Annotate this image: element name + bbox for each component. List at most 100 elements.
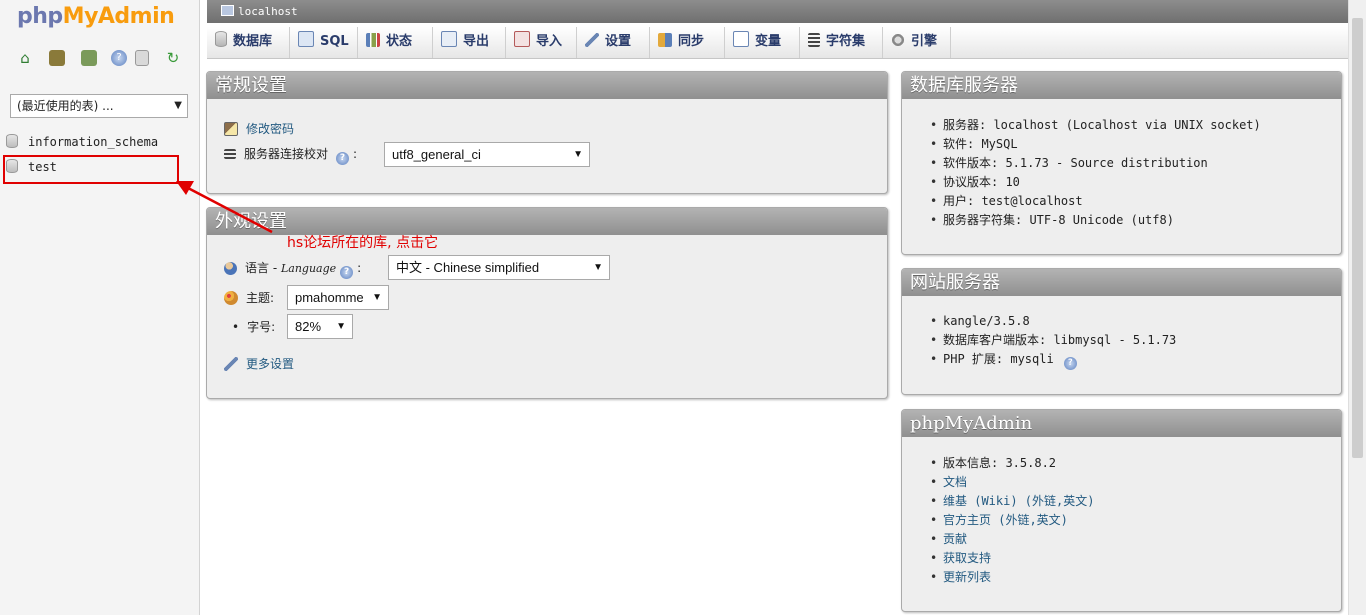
main-tabs: 数据库 SQL 状态 导出 导入 设置 同步 变量 字符集 引擎 bbox=[207, 27, 1348, 59]
chevron-down-icon: ▼ bbox=[593, 262, 603, 273]
database-server-panel: 数据库服务器 服务器: localhost (Localhost via UNI… bbox=[901, 71, 1342, 255]
change-password-link[interactable]: 修改密码 bbox=[246, 122, 294, 136]
list-item: kangle/3.5.8 bbox=[930, 312, 1176, 331]
tab-databases[interactable]: 数据库 bbox=[207, 27, 290, 58]
server-label: localhost bbox=[238, 5, 298, 18]
theme-palette-icon bbox=[224, 291, 238, 305]
logout-icon[interactable] bbox=[49, 50, 65, 66]
database-name: information_schema bbox=[28, 135, 159, 149]
tab-engines[interactable]: 引擎 bbox=[883, 27, 951, 58]
chevron-down-icon: ▼ bbox=[336, 321, 346, 332]
tab-import[interactable]: 导入 bbox=[506, 27, 577, 58]
panel-title: 常规设置 bbox=[207, 72, 887, 99]
language-select[interactable]: 中文 - Chinese simplified ▼ bbox=[388, 255, 610, 280]
change-password-row[interactable]: 修改密码 bbox=[224, 119, 294, 139]
list-item: 服务器: localhost (Localhost via UNIX socke… bbox=[930, 116, 1261, 135]
tab-settings[interactable]: 设置 bbox=[577, 27, 650, 58]
font-size-label: 字号: bbox=[247, 320, 276, 334]
version-info: 版本信息: 3.5.8.2 bbox=[930, 454, 1094, 473]
chevron-down-icon: ▼ bbox=[372, 292, 382, 303]
php-extension-text: PHP 扩展: mysqli bbox=[943, 352, 1054, 366]
recent-tables-select[interactable]: (最近使用的表) ... ▼ bbox=[10, 94, 188, 118]
more-settings-row[interactable]: 更多设置 bbox=[224, 354, 294, 374]
tab-charsets[interactable]: 字符集 bbox=[800, 27, 883, 58]
sql-query-icon[interactable] bbox=[81, 50, 97, 66]
vertical-scrollbar[interactable] bbox=[1348, 0, 1366, 615]
theme-label: 主题: bbox=[246, 291, 275, 305]
docs-icon[interactable] bbox=[135, 50, 149, 66]
help-icon[interactable]: ? bbox=[1063, 357, 1077, 370]
home-icon[interactable]: ⌂ bbox=[17, 50, 33, 66]
changelog-link[interactable]: 更新列表 bbox=[930, 568, 1094, 587]
tab-label: 变量 bbox=[755, 34, 782, 49]
font-size-value: 82% bbox=[295, 319, 322, 334]
collation-row: 服务器连接校对?: bbox=[224, 144, 358, 165]
tab-label: 导入 bbox=[536, 34, 563, 49]
tab-sync[interactable]: 同步 bbox=[650, 27, 725, 58]
tab-status[interactable]: 状态 bbox=[358, 27, 433, 58]
language-icon bbox=[224, 262, 237, 275]
bullet: • bbox=[232, 320, 240, 334]
theme-value: pmahomme bbox=[295, 290, 364, 305]
navigation-panel: phpMyAdmin ⌂ ? ↻ (最近使用的表) ... ▼ informat… bbox=[0, 0, 200, 615]
panel-title: 数据库服务器 bbox=[902, 72, 1341, 99]
more-settings-link[interactable]: 更多设置 bbox=[246, 357, 294, 371]
help-icon[interactable]: ? bbox=[111, 50, 127, 66]
official-homepage-link[interactable]: 官方主页 (外链,英文) bbox=[930, 511, 1094, 530]
recent-tables-value: (最近使用的表) ... bbox=[17, 99, 114, 113]
web-server-info-list: kangle/3.5.8 数据库客户端版本: libmysql - 5.1.73… bbox=[930, 312, 1176, 370]
documentation-link[interactable]: 文档 bbox=[930, 473, 1094, 492]
server-breadcrumb[interactable]: localhost bbox=[207, 0, 1348, 23]
panel-title: 网站服务器 bbox=[902, 269, 1341, 296]
font-size-select[interactable]: 82% ▼ bbox=[287, 314, 353, 339]
list-icon bbox=[224, 149, 236, 159]
database-item-information-schema[interactable]: information_schema bbox=[6, 133, 158, 151]
wrench-icon bbox=[224, 357, 238, 371]
tab-label: SQL bbox=[320, 34, 349, 49]
tab-label: 数据库 bbox=[233, 34, 273, 49]
tab-export[interactable]: 导出 bbox=[433, 27, 506, 58]
list-item: 用户: test@localhost bbox=[930, 192, 1261, 211]
server-icon bbox=[221, 5, 234, 16]
phpmyadmin-logo[interactable]: phpMyAdmin bbox=[17, 4, 175, 29]
collation-value: utf8_general_ci bbox=[392, 147, 481, 162]
reload-icon[interactable]: ↻ bbox=[165, 50, 181, 66]
logo-php: php bbox=[17, 4, 63, 29]
tab-variables[interactable]: 变量 bbox=[725, 27, 800, 58]
contribute-link[interactable]: 贡献 bbox=[930, 530, 1094, 549]
help-icon[interactable]: ? bbox=[336, 152, 350, 165]
wiki-link[interactable]: 维基 (Wiki) (外链,英文) bbox=[930, 492, 1094, 511]
scrollbar-thumb[interactable] bbox=[1352, 18, 1363, 458]
export-icon bbox=[441, 31, 457, 47]
tab-label: 设置 bbox=[605, 34, 632, 49]
theme-row: 主题: bbox=[224, 288, 274, 308]
sync-icon bbox=[658, 33, 672, 47]
database-icon bbox=[6, 134, 18, 148]
font-size-row: • 字号: bbox=[232, 317, 275, 337]
tab-label: 导出 bbox=[463, 34, 490, 49]
theme-select[interactable]: pmahomme ▼ bbox=[287, 285, 389, 310]
tab-label: 引擎 bbox=[911, 34, 938, 49]
collation-select[interactable]: utf8_general_ci ▼ bbox=[384, 142, 590, 167]
colon: : bbox=[353, 147, 358, 161]
variables-icon bbox=[733, 31, 749, 47]
get-support-link[interactable]: 获取支持 bbox=[930, 549, 1094, 568]
settings-icon bbox=[585, 33, 599, 47]
panel-title: phpMyAdmin bbox=[902, 410, 1341, 437]
list-item: 服务器字符集: UTF-8 Unicode (utf8) bbox=[930, 211, 1261, 230]
list-item: 协议版本: 10 bbox=[930, 173, 1261, 192]
phpmyadmin-info-panel: phpMyAdmin 版本信息: 3.5.8.2 文档 维基 (Wiki) (外… bbox=[901, 409, 1342, 612]
language-label-en: Language bbox=[280, 262, 337, 275]
language-value: 中文 - Chinese simplified bbox=[396, 260, 540, 275]
status-icon bbox=[366, 33, 380, 47]
sql-icon bbox=[298, 31, 314, 47]
tab-sql[interactable]: SQL bbox=[290, 27, 358, 58]
language-row: 语言 - Language?: bbox=[224, 258, 362, 279]
collation-label: 服务器连接校对 bbox=[244, 147, 329, 161]
language-label: 语言 - bbox=[245, 261, 281, 275]
charset-icon bbox=[808, 33, 820, 47]
help-icon[interactable]: ? bbox=[340, 266, 354, 279]
colon: : bbox=[357, 261, 362, 275]
panel-title: 外观设置 bbox=[207, 208, 887, 235]
logo-admin: Admin bbox=[97, 4, 175, 29]
